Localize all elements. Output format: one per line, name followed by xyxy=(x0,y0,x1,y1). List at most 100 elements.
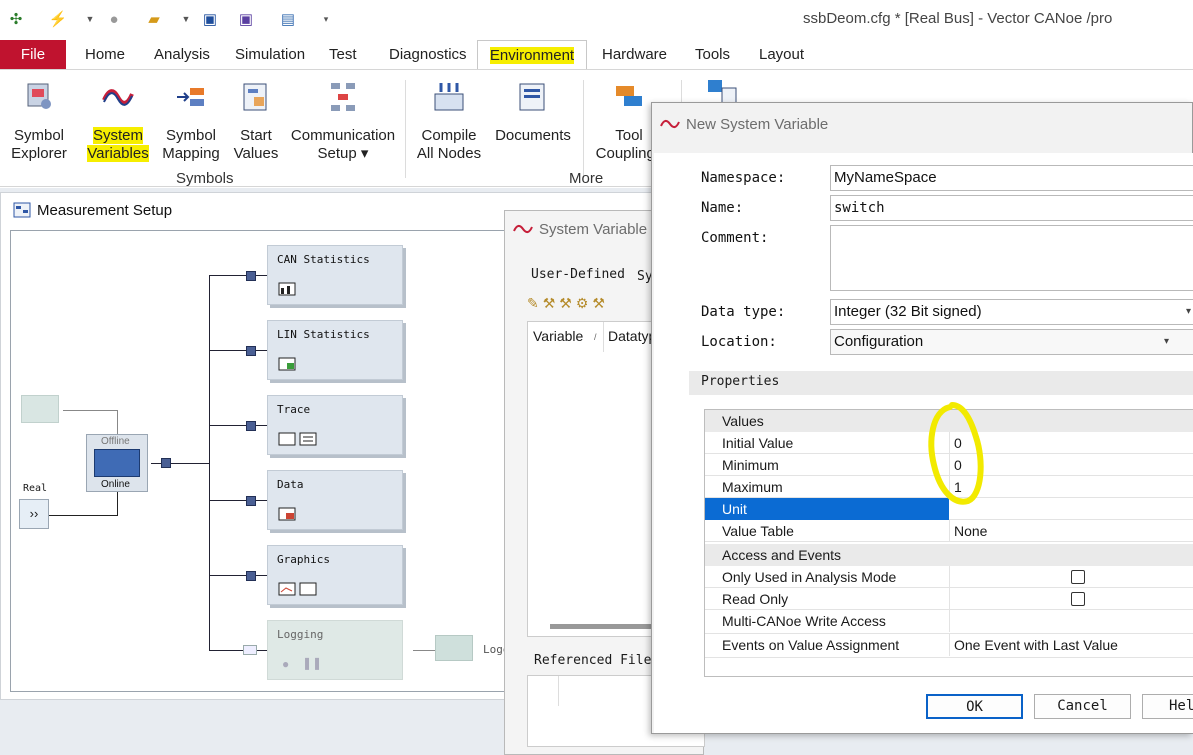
can-statistics-block[interactable]: CAN Statistics xyxy=(267,245,403,305)
save-as-icon[interactable]: ▣ xyxy=(236,9,256,29)
real-source-icon[interactable]: ›› xyxy=(19,499,49,529)
row-analysis-mode[interactable]: Only Used in Analysis Mode xyxy=(705,566,1193,588)
row-write-access[interactable]: Multi-CANoe Write Access xyxy=(705,610,1193,634)
system-variables-icon xyxy=(660,120,680,128)
measurement-setup-icon xyxy=(13,202,31,218)
namespace-field[interactable]: MyNameSpace xyxy=(830,165,1193,191)
trace-label: Trace xyxy=(277,403,311,416)
row-events[interactable]: Events on Value Assignment One Event with… xyxy=(705,634,1193,658)
row-value-table[interactable]: Value Table None xyxy=(705,520,1193,542)
tab-test[interactable]: Test xyxy=(329,40,357,69)
logging-connector[interactable] xyxy=(243,645,257,655)
group-symbols-label: Symbols xyxy=(176,170,234,187)
communication-setup-button[interactable]: Communication Setup ▾ xyxy=(290,80,396,163)
row-key: Multi-CANoe Write Access xyxy=(722,613,886,629)
new-system-variable-dialog: New System Variable Namespace: MyNameSpa… xyxy=(651,102,1193,734)
data-icon xyxy=(278,507,296,521)
config-icon[interactable]: ▤ xyxy=(278,9,298,29)
chevron-down-icon[interactable]: ▼ xyxy=(176,9,196,29)
system-variables-dialog-title: System Variable xyxy=(539,221,648,238)
data-label: Data xyxy=(277,478,304,491)
window-title: ssbDeom.cfg * [Real Bus] - Vector CANoe … xyxy=(803,10,1113,27)
record-icon: ● xyxy=(282,657,290,671)
help-button[interactable]: Hel xyxy=(1142,694,1193,719)
symbol-explorer-button[interactable]: Symbol Explorer xyxy=(8,80,70,163)
connector-node[interactable] xyxy=(246,496,256,506)
cancel-button[interactable]: Cancel xyxy=(1034,694,1131,719)
access-header: Access and Events xyxy=(722,547,842,563)
branch-line xyxy=(209,650,269,651)
name-field[interactable]: switch xyxy=(830,195,1193,221)
row-key: Events on Value Assignment xyxy=(722,637,900,653)
statistics-icon xyxy=(278,282,296,296)
connector-node[interactable] xyxy=(246,421,256,431)
online-offline-switch[interactable]: Offline Online xyxy=(86,434,148,492)
documents-button[interactable]: Documents xyxy=(490,80,576,145)
read-only-checkbox[interactable] xyxy=(1071,592,1085,606)
main-line xyxy=(151,463,209,464)
chevron-down-icon[interactable]: ▼ xyxy=(80,9,100,29)
logging-file-icon xyxy=(435,635,473,661)
open-folder-icon[interactable]: ▰ xyxy=(144,9,164,29)
group-more-label: More xyxy=(569,170,604,187)
start-values-label-2: Values xyxy=(233,145,279,162)
system-variables-label-2: Variables xyxy=(86,145,150,163)
tab-layout[interactable]: Layout xyxy=(759,40,804,69)
compile-all-nodes-button[interactable]: Compile All Nodes xyxy=(416,80,482,163)
system-variables-label-1: System xyxy=(86,127,150,145)
location-label: Location: xyxy=(701,334,777,350)
graphics-block[interactable]: Graphics xyxy=(267,545,403,605)
symbol-mapping-button[interactable]: Symbol Mapping xyxy=(160,80,222,163)
symbol-mapping-label-2: Mapping xyxy=(162,145,220,162)
row-key: Only Used in Analysis Mode xyxy=(722,569,897,585)
tab-environment-label: Environment xyxy=(489,47,575,64)
connector-node[interactable] xyxy=(246,571,256,581)
column-datatype[interactable]: Datatyp xyxy=(608,328,656,344)
save-icon[interactable]: ▣ xyxy=(200,9,220,29)
stop-icon[interactable]: ● xyxy=(104,9,124,29)
column-variable[interactable]: Variable xyxy=(533,328,583,344)
comment-label: Comment: xyxy=(701,230,769,246)
lin-statistics-block[interactable]: LIN Statistics xyxy=(267,320,403,380)
column-divider xyxy=(603,322,604,352)
tab-tools[interactable]: Tools xyxy=(695,40,730,69)
offline-line xyxy=(63,410,117,411)
column-divider xyxy=(558,676,559,706)
row-value: One Event with Last Value xyxy=(954,637,1118,653)
tab-analysis[interactable]: Analysis xyxy=(154,40,210,69)
analysis-mode-checkbox[interactable] xyxy=(1071,570,1085,584)
data-block[interactable]: Data xyxy=(267,470,403,530)
graphics-label: Graphics xyxy=(277,553,330,566)
pause-icon: ❚❚ xyxy=(302,656,323,670)
tab-user-defined[interactable]: User-Defined xyxy=(529,267,627,282)
start-values-button[interactable]: Start Values xyxy=(228,80,284,163)
datatype-select[interactable]: Integer (32 Bit signed) ▾ xyxy=(830,299,1193,325)
sort-icon: / xyxy=(594,332,597,342)
toolbar-icons[interactable]: ✎⚒⚒⚙⚒ xyxy=(527,295,657,315)
system-variables-button[interactable]: System Variables xyxy=(86,80,150,163)
tab-home[interactable]: Home xyxy=(85,40,125,69)
logging-block[interactable]: Logging ● ❚❚ xyxy=(267,620,403,680)
row-read-only[interactable]: Read Only xyxy=(705,588,1193,610)
connector-node[interactable] xyxy=(246,271,256,281)
offline-source-icon[interactable] xyxy=(21,395,59,423)
customize-icon[interactable]: ▾ xyxy=(316,9,336,29)
comment-field[interactable] xyxy=(830,225,1193,291)
row-key: Read Only xyxy=(722,591,789,607)
tab-file[interactable]: File xyxy=(0,40,66,69)
tab-diagnostics[interactable]: Diagnostics xyxy=(389,40,467,69)
connector-node[interactable] xyxy=(246,346,256,356)
tab-simulation[interactable]: Simulation xyxy=(235,40,305,69)
branch-line xyxy=(209,275,269,276)
connector-node[interactable] xyxy=(161,458,171,468)
ribbon-separator xyxy=(405,80,406,178)
trace-block[interactable]: Trace xyxy=(267,395,403,455)
lightning-icon[interactable]: ⚡ xyxy=(48,9,68,29)
column-divider xyxy=(949,588,950,610)
tab-hardware[interactable]: Hardware xyxy=(602,40,667,69)
ok-button[interactable]: OK xyxy=(926,694,1023,719)
tab-environment[interactable]: Environment xyxy=(477,40,587,69)
system-variables-icon xyxy=(102,89,134,106)
location-select[interactable]: Configuration ▾ xyxy=(830,329,1193,355)
system-variables-icon xyxy=(513,225,533,233)
